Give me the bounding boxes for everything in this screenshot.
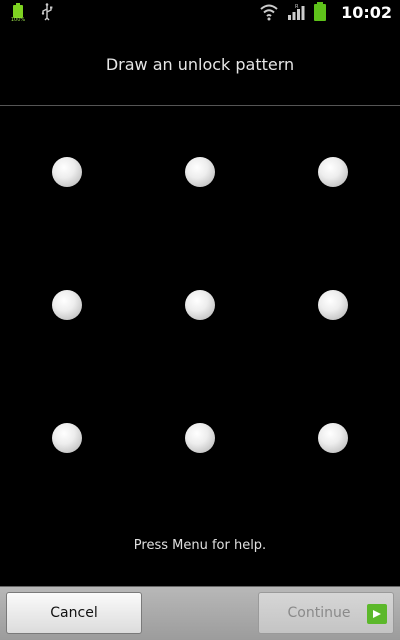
status-bar: 100% R 10:02 [0,0,400,26]
title-divider [0,105,400,106]
wifi-icon [260,4,278,21]
pattern-dot-3[interactable] [318,157,348,187]
pattern-dot-5[interactable] [185,290,215,320]
cancel-button-label: Cancel [50,605,98,621]
battery-icon [313,2,327,22]
battery-percent-text: 100% [10,17,26,23]
pattern-dot-1[interactable] [52,157,82,187]
pattern-dot-9[interactable] [318,423,348,453]
svg-text:R: R [295,4,299,10]
continue-button-label: Continue [287,605,351,621]
pattern-dot-7[interactable] [52,423,82,453]
help-text: Press Menu for help. [133,538,267,553]
pattern-dot-8[interactable] [185,423,215,453]
screen-title: Draw an unlock pattern [105,55,295,74]
continue-button[interactable]: Continue [258,592,394,634]
pattern-dot-2[interactable] [185,157,215,187]
status-clock: 10:02 [341,2,392,22]
bottom-button-bar: Cancel Continue [0,586,400,640]
pattern-dot-4[interactable] [52,290,82,320]
cancel-button[interactable]: Cancel [6,592,142,634]
battery-small-icon: 100% [8,3,28,23]
pattern-dot-6[interactable] [318,290,348,320]
signal-icon: R [288,4,305,20]
arrow-right-icon [367,604,387,624]
usb-icon [41,3,53,21]
